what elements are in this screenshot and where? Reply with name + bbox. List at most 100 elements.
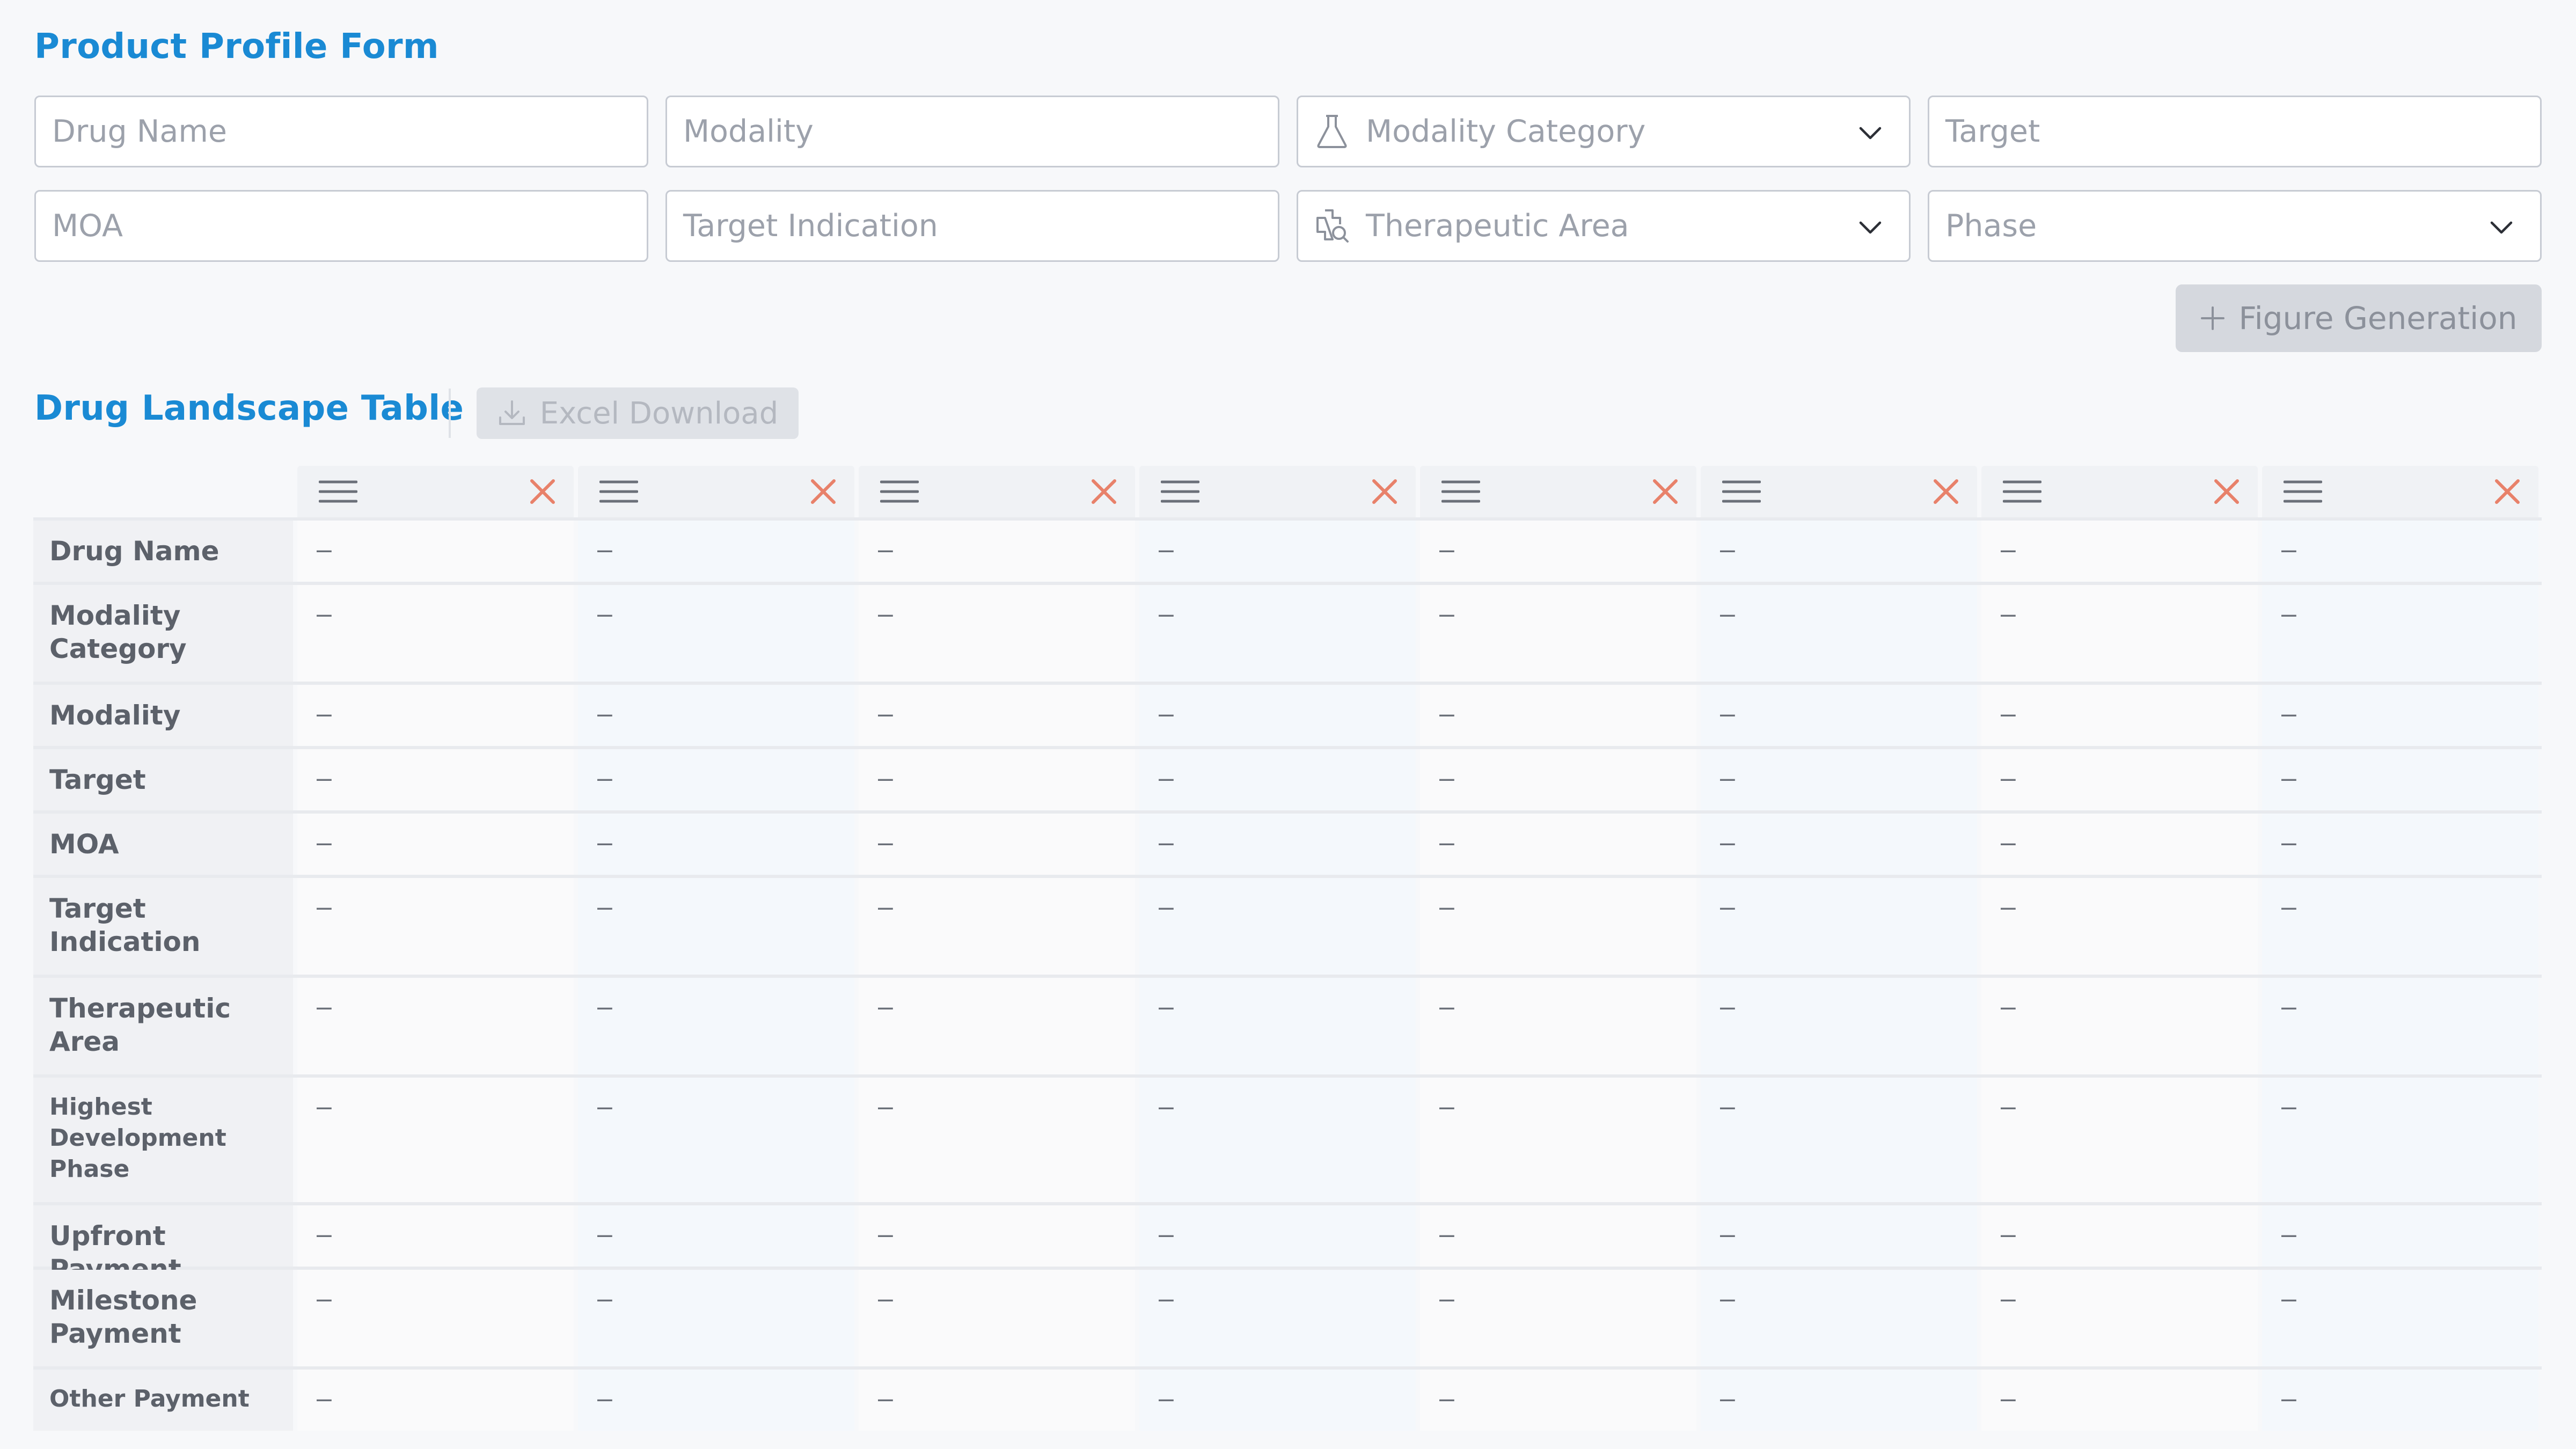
table-cell[interactable]: – — [1420, 1078, 1696, 1202]
table-cell[interactable]: – — [297, 685, 574, 746]
table-cell[interactable]: – — [578, 1370, 854, 1431]
drug-name-input[interactable]: Drug Name — [34, 96, 648, 167]
menu-icon[interactable] — [2284, 479, 2322, 504]
table-cell[interactable]: – — [578, 685, 854, 746]
table-cell[interactable]: – — [1420, 685, 1696, 746]
table-cell[interactable]: – — [2262, 878, 2538, 975]
close-icon[interactable] — [2212, 477, 2242, 507]
menu-icon[interactable] — [599, 479, 638, 504]
table-cell[interactable]: – — [2262, 585, 2538, 682]
target-indication-input[interactable]: Target Indication — [665, 190, 1279, 262]
table-cell[interactable]: – — [859, 521, 1135, 582]
table-cell[interactable]: – — [1981, 1370, 2258, 1431]
table-cell[interactable]: – — [1420, 1205, 1696, 1267]
table-cell[interactable]: – — [2262, 1370, 2538, 1431]
table-cell[interactable]: – — [1139, 521, 1416, 582]
table-cell[interactable]: – — [297, 814, 574, 875]
table-cell[interactable]: – — [578, 814, 854, 875]
table-cell[interactable]: – — [578, 978, 854, 1074]
table-cell[interactable]: – — [297, 1270, 574, 1366]
table-cell[interactable]: – — [859, 1370, 1135, 1431]
table-cell[interactable]: – — [2262, 685, 2538, 746]
table-cell[interactable]: – — [1420, 978, 1696, 1074]
table-cell[interactable]: – — [1139, 814, 1416, 875]
close-icon[interactable] — [1089, 477, 1119, 507]
table-cell[interactable]: – — [1139, 749, 1416, 810]
table-cell[interactable]: – — [297, 585, 574, 682]
table-cell[interactable]: – — [1420, 521, 1696, 582]
close-icon[interactable] — [2492, 477, 2522, 507]
table-cell[interactable]: – — [1981, 585, 2258, 682]
table-cell[interactable]: – — [1139, 878, 1416, 975]
table-cell[interactable]: – — [859, 1205, 1135, 1267]
table-cell[interactable]: – — [578, 585, 854, 682]
table-cell[interactable]: – — [2262, 1078, 2538, 1202]
table-cell[interactable]: – — [859, 685, 1135, 746]
table-cell[interactable]: – — [297, 521, 574, 582]
table-cell[interactable]: – — [1139, 1370, 1416, 1431]
table-cell[interactable]: – — [859, 978, 1135, 1074]
moa-input[interactable]: MOA — [34, 190, 648, 262]
table-cell[interactable]: – — [578, 1270, 854, 1366]
table-cell[interactable]: – — [1701, 585, 1977, 682]
close-icon[interactable] — [808, 477, 838, 507]
table-cell[interactable]: – — [1701, 978, 1977, 1074]
table-cell[interactable]: – — [1420, 1370, 1696, 1431]
table-cell[interactable]: – — [1701, 1205, 1977, 1267]
table-cell[interactable]: – — [1139, 685, 1416, 746]
menu-icon[interactable] — [1722, 479, 1761, 504]
close-icon[interactable] — [1370, 477, 1400, 507]
table-cell[interactable]: – — [859, 814, 1135, 875]
table-cell[interactable]: – — [1701, 685, 1977, 746]
table-cell[interactable]: – — [1139, 585, 1416, 682]
menu-icon[interactable] — [1161, 479, 1199, 504]
excel-download-button[interactable]: Excel Download — [477, 387, 799, 439]
table-cell[interactable]: – — [1420, 749, 1696, 810]
table-cell[interactable]: – — [1420, 878, 1696, 975]
menu-icon[interactable] — [2003, 479, 2041, 504]
table-cell[interactable]: – — [2262, 1270, 2538, 1366]
table-cell[interactable]: – — [1420, 585, 1696, 682]
table-cell[interactable]: – — [2262, 814, 2538, 875]
table-cell[interactable]: – — [1701, 814, 1977, 875]
table-cell[interactable]: – — [1981, 1270, 2258, 1366]
table-cell[interactable]: – — [2262, 978, 2538, 1074]
close-icon[interactable] — [528, 477, 558, 507]
table-cell[interactable]: – — [1981, 749, 2258, 810]
modality-category-select[interactable]: Modality Category — [1297, 96, 1911, 167]
table-cell[interactable]: – — [859, 1270, 1135, 1366]
table-cell[interactable]: – — [297, 878, 574, 975]
table-cell[interactable]: – — [578, 1078, 854, 1202]
table-cell[interactable]: – — [578, 1205, 854, 1267]
table-cell[interactable]: – — [1981, 878, 2258, 975]
close-icon[interactable] — [1931, 477, 1961, 507]
table-cell[interactable]: – — [1139, 978, 1416, 1074]
table-cell[interactable]: – — [297, 978, 574, 1074]
menu-icon[interactable] — [1441, 479, 1480, 504]
table-cell[interactable]: – — [2262, 521, 2538, 582]
table-cell[interactable]: – — [297, 1205, 574, 1267]
table-cell[interactable]: – — [859, 878, 1135, 975]
table-cell[interactable]: – — [1981, 1078, 2258, 1202]
phase-select[interactable]: Phase — [1928, 190, 2542, 262]
table-cell[interactable]: – — [1139, 1270, 1416, 1366]
table-cell[interactable]: – — [2262, 1205, 2538, 1267]
table-cell[interactable]: – — [578, 521, 854, 582]
table-cell[interactable]: – — [1701, 1270, 1977, 1366]
menu-icon[interactable] — [880, 479, 919, 504]
menu-icon[interactable] — [319, 479, 357, 504]
table-cell[interactable]: – — [578, 878, 854, 975]
table-cell[interactable]: – — [297, 1370, 574, 1431]
modality-input[interactable]: Modality — [665, 96, 1279, 167]
table-cell[interactable]: – — [1139, 1205, 1416, 1267]
table-cell[interactable]: – — [1420, 1270, 1696, 1366]
table-cell[interactable]: – — [1701, 1370, 1977, 1431]
table-cell[interactable]: – — [1981, 1205, 2258, 1267]
close-icon[interactable] — [1650, 477, 1680, 507]
target-input[interactable]: Target — [1928, 96, 2542, 167]
table-cell[interactable]: – — [578, 749, 854, 810]
table-cell[interactable]: – — [1981, 814, 2258, 875]
table-cell[interactable]: – — [1420, 814, 1696, 875]
table-cell[interactable]: – — [859, 585, 1135, 682]
table-cell[interactable]: – — [1701, 521, 1977, 582]
